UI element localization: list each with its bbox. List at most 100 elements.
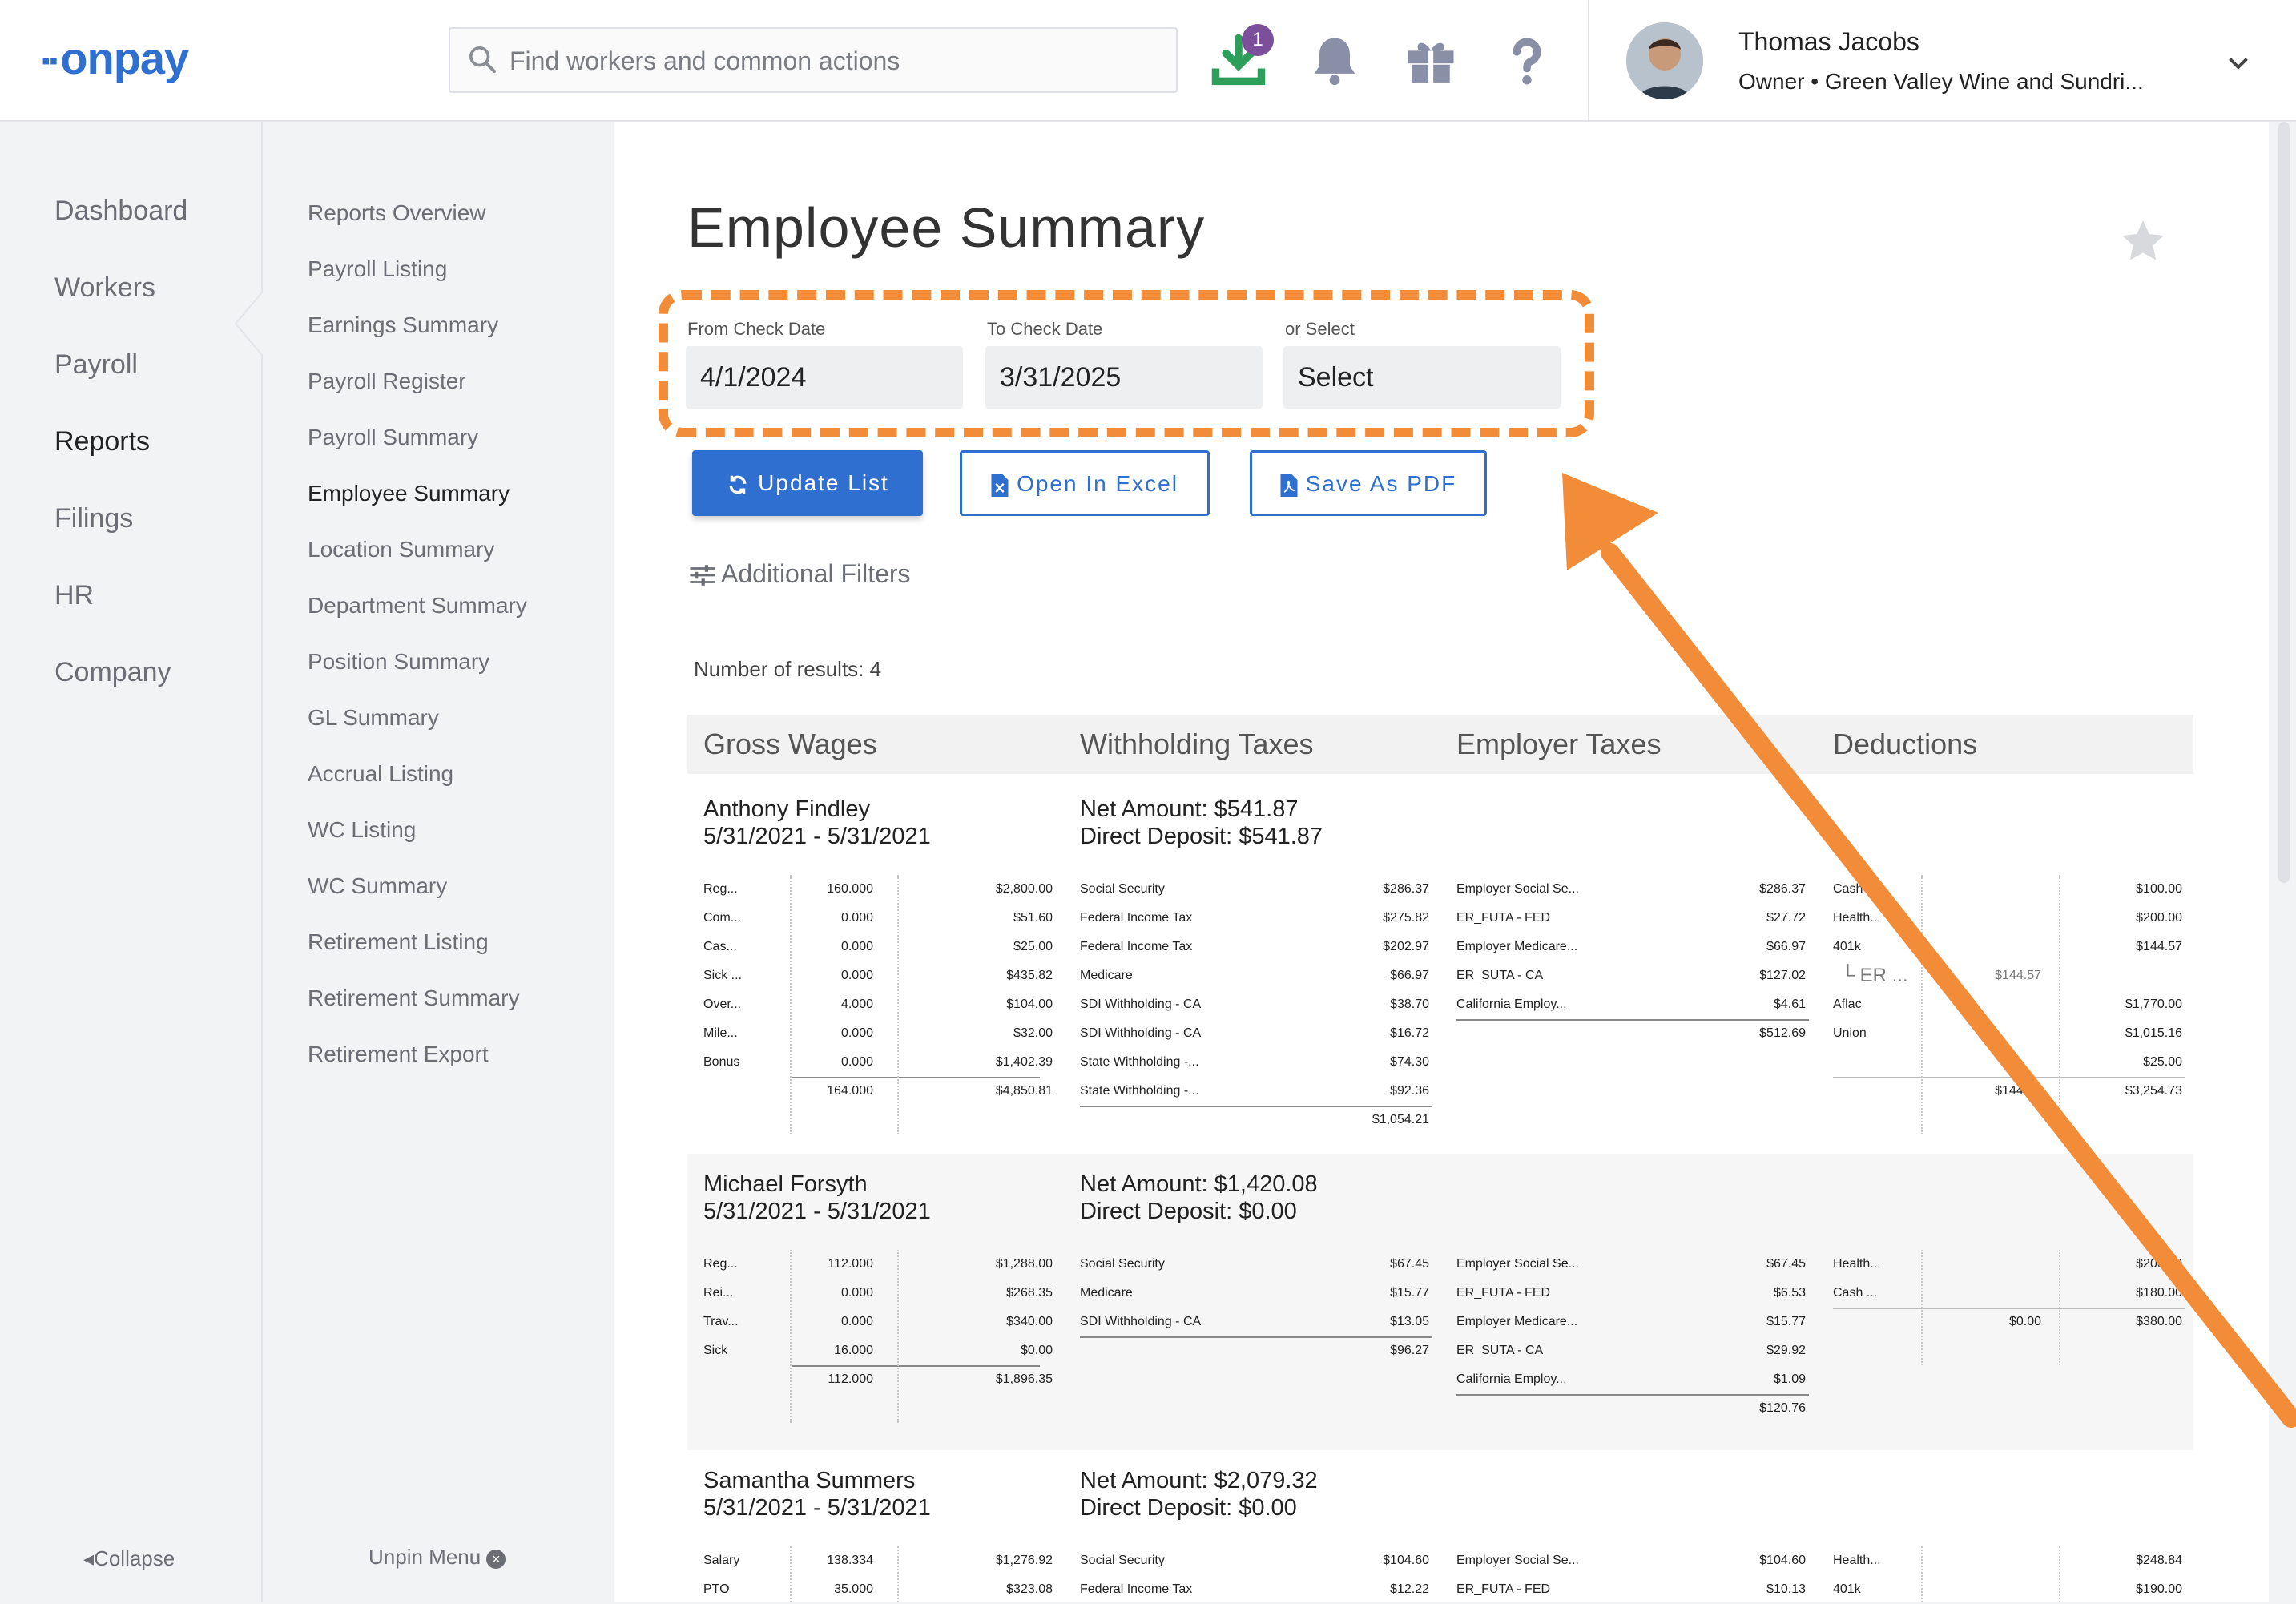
total-amount: $3,254.73 — [2125, 1084, 2182, 1098]
employer-tax-line: Employer Social Se... $104.60 — [1456, 1546, 1809, 1575]
subnav-earnings-summary[interactable]: Earnings Summary — [308, 312, 498, 338]
nav-filings[interactable]: Filings — [54, 503, 133, 534]
column-divider — [790, 1546, 792, 1602]
tax-amount: $74.30 — [1390, 1055, 1429, 1069]
save-as-pdf-button[interactable]: Save As PDF — [1250, 450, 1487, 516]
employer-total: $144.57 — [1995, 1084, 2041, 1098]
tax-name: Employer Medicare... — [1456, 1315, 1578, 1328]
chevron-down-icon[interactable] — [2224, 48, 2253, 77]
user-name[interactable]: Thomas Jacobs — [1738, 27, 1919, 57]
subnav-retirement-listing[interactable]: Retirement Listing — [308, 929, 489, 955]
tax-amount: $12.22 — [1390, 1582, 1429, 1596]
column-divider — [790, 1250, 792, 1423]
net-amount: Net Amount: $2,079.32 — [1080, 1468, 1318, 1493]
total-amount: $380.00 — [2136, 1315, 2182, 1328]
user-role[interactable]: Owner • Green Valley Wine and Sundri... — [1738, 69, 2144, 95]
subnav-wc-summary[interactable]: WC Summary — [308, 873, 447, 899]
deduction-line: └ ER ... $144.57 — [1833, 961, 2185, 990]
help-icon[interactable] — [1496, 30, 1557, 91]
nav-reports[interactable]: Reports — [54, 426, 150, 457]
table-header: Gross Wages Withholding Taxes Employer T… — [687, 715, 2193, 774]
earning-type: Sick ... — [703, 969, 743, 982]
subnav-payroll-register[interactable]: Payroll Register — [308, 369, 466, 394]
subnav-location-summary[interactable]: Location Summary — [308, 537, 494, 562]
deduction-name: Health... — [1833, 1257, 1881, 1271]
earning-amount: $340.00 — [1006, 1315, 1053, 1328]
pay-period: 5/31/2021 - 5/31/2021 — [703, 824, 931, 849]
collapse-button[interactable]: ◂Collapse — [83, 1546, 175, 1571]
nav-payroll[interactable]: Payroll — [54, 349, 138, 381]
employee-name[interactable]: Michael Forsyth — [703, 1171, 868, 1198]
tax-amount: $10.13 — [1766, 1582, 1806, 1596]
direct-deposit: Direct Deposit: $0.00 — [1080, 1495, 1297, 1521]
column-divider — [897, 875, 899, 1134]
total-amount: $1,896.35 — [995, 1372, 1053, 1386]
earning-amount: $1,276.92 — [995, 1554, 1053, 1567]
earning-hours: 35.000 — [834, 1582, 873, 1596]
column-divider — [897, 1250, 899, 1423]
deduction-amount: $100.00 — [2136, 882, 2182, 896]
header-withholding-taxes: Withholding Taxes — [1080, 727, 1314, 760]
subnav-payroll-listing[interactable]: Payroll Listing — [308, 256, 447, 282]
employee-name[interactable]: Samantha Summers — [703, 1468, 915, 1494]
tax-name: Federal Income Tax — [1080, 1582, 1193, 1596]
nav-company[interactable]: Company — [54, 657, 171, 688]
deduction-amount: $180.00 — [2136, 1286, 2182, 1300]
deduction-line: Union $1,015.16 — [1833, 1019, 2185, 1048]
bell-icon[interactable] — [1304, 30, 1365, 91]
column-divider — [2059, 875, 2060, 1134]
subnav-department-summary[interactable]: Department Summary — [308, 593, 527, 619]
withholding-line: Social Security $67.45 — [1080, 1250, 1432, 1279]
excel-file-icon — [991, 474, 1009, 497]
avatar[interactable] — [1626, 22, 1703, 99]
gift-icon[interactable] — [1400, 30, 1461, 91]
onpay-logo[interactable]: ▪▪onpay — [42, 32, 189, 84]
subnav-accrual-listing[interactable]: Accrual Listing — [308, 761, 453, 787]
nav-workers[interactable]: Workers — [54, 272, 155, 304]
tax-name: Employer Social Se... — [1456, 1257, 1579, 1271]
earning-hours: 4.000 — [840, 997, 873, 1011]
subnav-gl-summary[interactable]: GL Summary — [308, 705, 439, 731]
tax-amount: $15.77 — [1766, 1315, 1806, 1328]
column-divider — [1921, 1546, 1923, 1602]
earning-type: Over... — [703, 997, 742, 1011]
earning-hours: 0.000 — [840, 969, 873, 982]
subnav-retirement-export[interactable]: Retirement Export — [308, 1042, 489, 1067]
star-icon[interactable] — [2118, 216, 2168, 266]
subnav-position-summary[interactable]: Position Summary — [308, 649, 489, 675]
search-box[interactable] — [449, 27, 1178, 93]
unpin-menu-button[interactable]: Unpin Menu × — [369, 1545, 506, 1570]
deduction-line: Cash ... $180.00 — [1833, 1279, 2185, 1308]
unpin-label: Unpin Menu — [369, 1545, 481, 1569]
search-icon — [469, 46, 496, 73]
withholding-line: SDI Withholding - CA $13.05 — [1080, 1308, 1432, 1336]
wages-total: 164.000 $4,850.81 — [703, 1077, 1056, 1106]
subnav-reports-overview[interactable]: Reports Overview — [308, 200, 486, 226]
subnav-payroll-summary[interactable]: Payroll Summary — [308, 425, 478, 450]
subnav-wc-listing[interactable]: WC Listing — [308, 817, 416, 843]
nav-hr[interactable]: HR — [54, 580, 94, 611]
update-list-button[interactable]: Update List — [692, 450, 923, 516]
subnav-retirement-summary[interactable]: Retirement Summary — [308, 985, 520, 1011]
wages-total: 112.000 $1,896.35 — [703, 1365, 1056, 1394]
nav-dashboard[interactable]: Dashboard — [54, 195, 187, 227]
withholding-line: SDI Withholding - CA $38.70 — [1080, 990, 1432, 1019]
employer-tax-line: California Employ... $1.09 — [1456, 1365, 1809, 1394]
additional-filters-toggle[interactable]: Additional Filters — [689, 559, 911, 589]
scrollbar[interactable] — [2278, 122, 2290, 883]
search-input[interactable] — [508, 40, 1152, 82]
earning-type: PTO — [703, 1582, 730, 1596]
tax-name: California Employ... — [1456, 997, 1567, 1011]
withholding-line: Federal Income Tax $202.97 — [1080, 933, 1432, 961]
employee-name[interactable]: Anthony Findley — [703, 796, 870, 823]
employer-tax-line: Employer Medicare... $15.77 — [1456, 1308, 1809, 1336]
tax-amount: $127.02 — [1759, 969, 1806, 982]
earning-hours: 0.000 — [840, 1315, 873, 1328]
subnav-employee-summary[interactable]: Employee Summary — [308, 481, 510, 506]
tax-name: Employer Social Se... — [1456, 1554, 1579, 1567]
open-in-excel-button[interactable]: Open In Excel — [960, 450, 1210, 516]
update-list-label: Update List — [758, 470, 889, 495]
deduction-name: 401k — [1833, 1582, 1861, 1596]
download-badge: 1 — [1242, 24, 1274, 56]
tax-amount: $67.45 — [1766, 1257, 1806, 1271]
